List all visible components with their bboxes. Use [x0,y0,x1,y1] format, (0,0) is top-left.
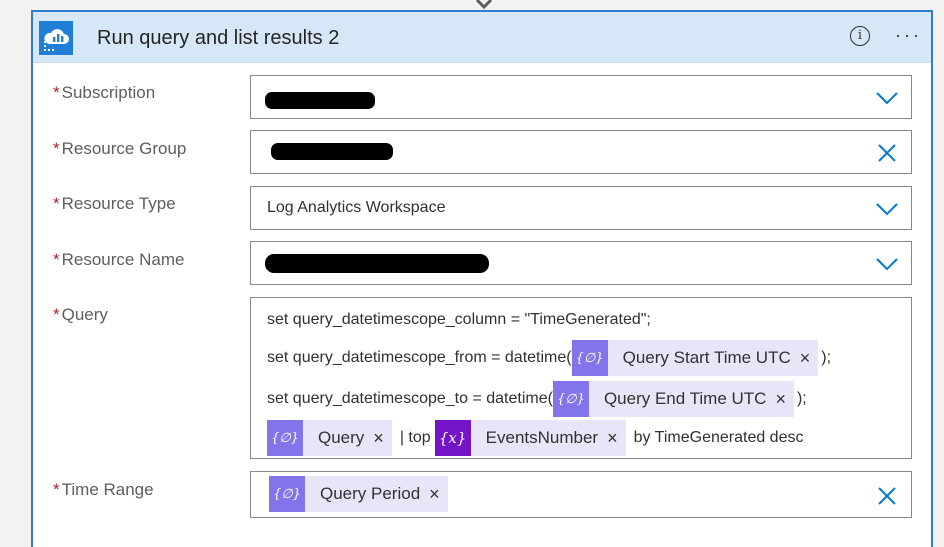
resource-type-label-text: Resource Type [61,194,176,213]
expression-icon: {∅} [552,381,589,417]
resource-name-label: * Resource Name [53,250,184,270]
resource-name-dropdown[interactable] [250,241,912,285]
action-card: Run query and list results 2 i ··· * Subs… [31,10,933,547]
required-marker: * [53,480,60,499]
required-marker: * [53,305,60,324]
time-range-field[interactable]: {∅} Query Period × [250,471,912,518]
expression-icon: {∅} [267,420,303,456]
chevron-down-icon[interactable] [875,90,899,106]
dynamic-token-query-period[interactable]: {∅} Query Period × [269,476,448,512]
query-text: set query_datetimescope_from = datetime( [267,349,572,366]
resource-group-label: * Resource Group [53,139,186,159]
more-options-icon[interactable]: ··· [895,25,922,46]
clear-icon[interactable] [877,143,897,163]
query-editor[interactable]: set query_datetimescope_column = "TimeGe… [250,297,912,459]
token-label: Query End Time UTC [603,389,767,408]
token-label: Query [318,428,365,447]
query-text: by TimeGenerated desc [633,429,804,446]
required-marker: * [53,139,60,158]
redacted-value [265,254,489,273]
resource-group-field[interactable] [250,130,912,174]
remove-token-icon[interactable]: × [424,484,448,505]
query-text: ); [796,390,807,407]
query-line-4: {∅} Query × | top {x} EventsNumber × by … [267,420,803,456]
time-range-content: {∅} Query Period × [269,476,448,512]
resource-type-label: * Resource Type [53,194,176,214]
redacted-value [265,92,375,109]
resource-type-value: Log Analytics Workspace [267,199,446,216]
variable-icon: {x} [434,420,471,456]
token-label: EventsNumber [485,428,599,447]
expression-icon: {∅} [269,476,305,512]
dynamic-token-query-start-time[interactable]: {∅} Query Start Time UTC × [571,340,819,376]
query-text: set query_datetimescope_column = "TimeGe… [267,311,651,328]
required-marker: * [53,194,60,213]
query-label: * Query [53,305,108,325]
subscription-label: * Subscription [53,83,155,103]
resource-type-dropdown[interactable]: Log Analytics Workspace [250,186,912,230]
remove-token-icon[interactable]: × [368,428,392,449]
query-text: set query_datetimescope_to = datetime( [267,390,553,407]
resource-group-label-text: Resource Group [61,139,187,158]
required-marker: * [53,83,60,102]
dynamic-token-events-number[interactable]: {x} EventsNumber × [434,420,626,456]
chevron-down-icon[interactable] [875,256,899,272]
query-text: | top [399,429,431,446]
subscription-label-text: Subscription [61,83,156,102]
query-text: ); [821,349,832,366]
time-range-label: * Time Range [53,480,154,500]
card-header[interactable]: Run query and list results 2 i ··· [33,12,931,63]
chevron-down-icon[interactable] [875,201,899,217]
query-line-2: set query_datetimescope_from = datetime(… [267,340,831,376]
token-label: Query Period [320,484,421,503]
time-range-label-text: Time Range [61,480,154,499]
connector-arrow-icon [475,0,493,10]
remove-token-icon[interactable]: × [795,348,819,369]
redacted-value [271,143,393,160]
dynamic-token-query-end-time[interactable]: {∅} Query End Time UTC × [552,381,794,417]
resource-name-label-text: Resource Name [61,250,185,269]
remove-token-icon[interactable]: × [770,389,794,410]
required-marker: * [53,250,60,269]
dynamic-token-query[interactable]: {∅} Query × [267,420,392,456]
query-label-text: Query [61,305,108,324]
subscription-dropdown[interactable] [250,75,912,119]
info-icon[interactable]: i [850,26,870,46]
remove-token-icon[interactable]: × [602,428,626,449]
azure-monitor-logs-icon [39,21,73,55]
clear-icon[interactable] [877,486,897,506]
expression-icon: {∅} [571,340,608,376]
card-title[interactable]: Run query and list results 2 [97,27,339,50]
query-line-1: set query_datetimescope_column = "TimeGe… [267,302,651,338]
query-line-3: set query_datetimescope_to = datetime( {… [267,381,807,417]
token-label: Query Start Time UTC [622,348,791,367]
